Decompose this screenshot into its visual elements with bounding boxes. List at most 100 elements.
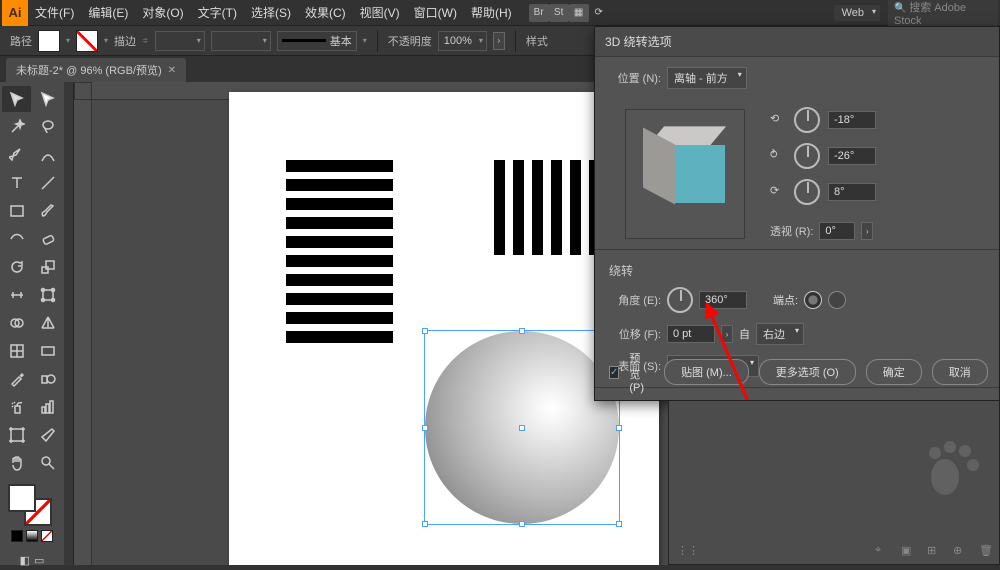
foreground-swatch[interactable]	[8, 484, 36, 512]
perspective-step-icon[interactable]: ›	[861, 222, 873, 240]
handle-left-mid[interactable]	[422, 425, 428, 431]
zoom-tool[interactable]	[33, 450, 62, 476]
symbol-sprayer-tool[interactable]	[2, 394, 31, 420]
close-tab-icon[interactable]: ✕	[168, 65, 176, 76]
gradient-tool[interactable]	[33, 338, 62, 364]
perspective-grid-tool[interactable]	[33, 310, 62, 336]
handle-bottom-left[interactable]	[422, 521, 428, 527]
perspective-input[interactable]	[819, 222, 855, 240]
opacity-input[interactable]: 100%	[438, 31, 487, 51]
drawing-mode-icon[interactable]: ◧	[20, 550, 30, 570]
cap-on-button[interactable]	[804, 291, 822, 309]
from-edge-dropdown[interactable]: 右边	[756, 323, 804, 345]
menu-help[interactable]: 帮助(H)	[464, 0, 519, 26]
arrange-docs-icon[interactable]: ▦	[569, 4, 589, 22]
menu-edit[interactable]: 编辑(E)	[81, 0, 135, 26]
rotate-y-dial[interactable]	[794, 143, 820, 169]
none-mode-icon[interactable]	[41, 530, 53, 542]
opacity-more-icon[interactable]: ›	[493, 32, 505, 50]
more-options-button[interactable]: 更多选项 (O)	[759, 359, 856, 385]
cancel-button[interactable]: 取消	[932, 359, 988, 385]
screen-mode-icon[interactable]: ▭	[34, 550, 44, 570]
handle-top-left[interactable]	[422, 328, 428, 334]
curvature-tool[interactable]	[33, 142, 62, 168]
rectangle-tool[interactable]	[2, 198, 31, 224]
paintbrush-tool[interactable]	[33, 198, 62, 224]
handle-bottom-right[interactable]	[616, 521, 622, 527]
panel-collapse-strip[interactable]	[64, 82, 74, 565]
new-layer-icon[interactable]: ⊕	[953, 544, 969, 560]
shaper-tool[interactable]	[2, 226, 31, 252]
lasso-tool[interactable]	[33, 114, 62, 140]
rotate-tool[interactable]	[2, 254, 31, 280]
menu-window[interactable]: 窗口(W)	[407, 0, 464, 26]
free-transform-tool[interactable]	[33, 282, 62, 308]
line-tool[interactable]	[33, 170, 62, 196]
direct-selection-tool[interactable]	[33, 86, 62, 112]
column-graph-tool[interactable]	[33, 394, 62, 420]
make-clip-icon[interactable]: ▣	[901, 544, 917, 560]
panel-menu-icon[interactable]: ⋮⋮	[677, 544, 693, 560]
center-point[interactable]	[519, 425, 525, 431]
hand-tool[interactable]	[2, 450, 31, 476]
stroke-weight-input[interactable]	[155, 31, 205, 51]
angle-input[interactable]	[699, 291, 747, 309]
selected-sphere[interactable]	[425, 331, 619, 524]
type-tool[interactable]	[2, 170, 31, 196]
offset-input[interactable]	[667, 325, 715, 343]
bridge-icon[interactable]: Br	[529, 4, 549, 22]
handle-right-mid[interactable]	[616, 425, 622, 431]
search-stock-input[interactable]: 搜索 Adobe Stock	[888, 0, 998, 29]
width-tool[interactable]	[2, 282, 31, 308]
variable-width-profile[interactable]	[211, 31, 271, 51]
rotate-z-input[interactable]	[828, 183, 876, 201]
shape-builder-tool[interactable]	[2, 310, 31, 336]
gpu-icon[interactable]: ⟳	[589, 4, 609, 22]
rotate-z-dial[interactable]	[794, 179, 820, 205]
layers-panel[interactable]: ⋮⋮ ⌖ ▣ ⊞ ⊕ 🗑	[668, 400, 1000, 565]
rotate-y-input[interactable]	[828, 147, 876, 165]
selection-tool[interactable]	[2, 86, 31, 112]
stock-icon[interactable]: St	[549, 4, 569, 22]
preview-checkbox[interactable]	[609, 366, 619, 379]
brush-definition[interactable]: 基本	[277, 31, 357, 51]
menu-select[interactable]: 选择(S)	[244, 0, 298, 26]
slice-tool[interactable]	[33, 422, 62, 448]
vertical-ruler[interactable]	[74, 100, 92, 565]
ruler-origin[interactable]	[74, 82, 92, 100]
locate-object-icon[interactable]: ⌖	[875, 544, 891, 560]
menu-object[interactable]: 对象(O)	[135, 0, 190, 26]
delete-layer-icon[interactable]: 🗑	[979, 544, 995, 560]
rotate-x-dial[interactable]	[794, 107, 820, 133]
rotate-x-input[interactable]	[828, 111, 876, 129]
new-sublayer-icon[interactable]: ⊞	[927, 544, 943, 560]
cap-off-button[interactable]	[828, 291, 846, 309]
magic-wand-tool[interactable]	[2, 114, 31, 140]
eraser-tool[interactable]	[33, 226, 62, 252]
menu-view[interactable]: 视图(V)	[353, 0, 407, 26]
offset-step-icon[interactable]: ›	[721, 325, 733, 343]
position-dropdown[interactable]: 离轴 - 前方	[667, 67, 747, 89]
mesh-tool[interactable]	[2, 338, 31, 364]
stroke-swatch[interactable]	[76, 30, 98, 52]
menu-effect[interactable]: 效果(C)	[298, 0, 353, 26]
fill-stroke-swatches[interactable]	[2, 482, 62, 528]
blend-tool[interactable]	[33, 366, 62, 392]
handle-bottom-mid[interactable]	[519, 521, 525, 527]
eyedropper-tool[interactable]	[2, 366, 31, 392]
map-art-button[interactable]: 贴图 (M)...	[664, 359, 749, 385]
document-tab[interactable]: 未标题-2* @ 96% (RGB/预览) ✕	[6, 58, 186, 82]
color-mode-icon[interactable]	[11, 530, 23, 542]
pen-tool[interactable]	[2, 142, 31, 168]
fill-swatch[interactable]	[38, 30, 60, 52]
rotation-cube-track[interactable]	[625, 109, 745, 239]
workspace-switcher[interactable]: Web	[834, 5, 880, 21]
handle-top-mid[interactable]	[519, 328, 525, 334]
menu-file[interactable]: 文件(F)	[28, 0, 81, 26]
scale-tool[interactable]	[33, 254, 62, 280]
artboard-tool[interactable]	[2, 422, 31, 448]
angle-dial[interactable]	[667, 287, 693, 313]
ok-button[interactable]: 确定	[866, 359, 922, 385]
menu-type[interactable]: 文字(T)	[191, 0, 244, 26]
gradient-mode-icon[interactable]	[26, 530, 38, 542]
